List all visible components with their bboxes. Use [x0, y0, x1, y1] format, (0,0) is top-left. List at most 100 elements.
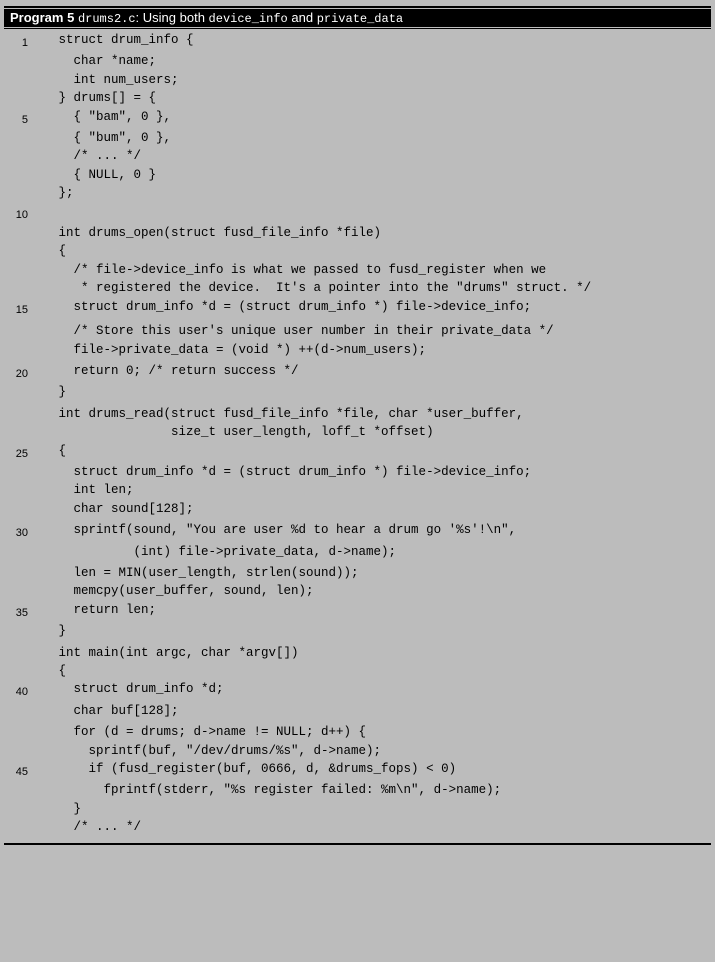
line-number [4, 129, 28, 147]
code-text: /* ... */ [28, 147, 711, 165]
code-text: { "bum", 0 }, [28, 129, 711, 147]
line-number [4, 279, 28, 297]
code-listing-container: Program 5 drums2.c: Using both device_in… [0, 6, 715, 962]
line-number [4, 662, 28, 680]
header-term1: device_info [209, 12, 288, 26]
line-number: 45 [4, 760, 28, 781]
code-text: int drums_read(struct fusd_file_info *fi… [28, 405, 711, 423]
line-number: 5 [4, 108, 28, 129]
code-text [28, 203, 711, 224]
line-number [4, 702, 28, 720]
code-text: * registered the device. It's a pointer … [28, 279, 711, 297]
code-text: (int) file->private_data, d->name); [28, 543, 711, 561]
line-number [4, 818, 28, 836]
code-text: if (fusd_register(buf, 0666, d, &drums_f… [28, 760, 711, 781]
line-number [4, 742, 28, 760]
line-number [4, 184, 28, 202]
line-number [4, 261, 28, 279]
code-text: } [28, 800, 711, 818]
code-line: 35 return len; [4, 601, 711, 622]
code-line: int drums_open(struct fusd_file_info *fi… [4, 224, 711, 242]
code-text: int main(int argc, char *argv[]) [28, 644, 711, 662]
code-text: int drums_open(struct fusd_file_info *fi… [28, 224, 711, 242]
code-text: { [28, 442, 711, 463]
line-number: 30 [4, 521, 28, 542]
code-text: { "bam", 0 }, [28, 108, 711, 129]
code-line: 15 struct drum_info *d = (struct drum_in… [4, 298, 711, 319]
code-line: (int) file->private_data, d->name); [4, 543, 711, 561]
line-number [4, 463, 28, 481]
line-number [4, 564, 28, 582]
line-number [4, 166, 28, 184]
code-text: file->private_data = (void *) ++(d->num_… [28, 341, 711, 359]
code-text: } [28, 383, 711, 401]
code-line: char *name; [4, 52, 711, 70]
code-line: 1 struct drum_info { [4, 31, 711, 52]
code-line: memcpy(user_buffer, sound, len); [4, 582, 711, 600]
header-desc-prefix: : Using both [136, 10, 209, 25]
code-text: struct drum_info *d; [28, 680, 711, 701]
code-text: struct drum_info *d = (struct drum_info … [28, 463, 711, 481]
line-number [4, 781, 28, 799]
code-text: sprintf(sound, "You are user %d to hear … [28, 521, 711, 542]
code-text: char sound[128]; [28, 500, 711, 518]
line-number [4, 481, 28, 499]
code-line: } [4, 622, 711, 640]
code-text: char buf[128]; [28, 702, 711, 720]
line-number [4, 543, 28, 561]
code-line: fprintf(stderr, "%s register failed: %m\… [4, 781, 711, 799]
code-line: /* ... */ [4, 818, 711, 836]
line-number [4, 383, 28, 401]
code-line: 5 { "bam", 0 }, [4, 108, 711, 129]
code-text: { NULL, 0 } [28, 166, 711, 184]
line-number [4, 71, 28, 89]
code-line: { NULL, 0 } [4, 166, 711, 184]
code-line: } [4, 800, 711, 818]
line-number [4, 423, 28, 441]
line-number [4, 224, 28, 242]
line-number: 35 [4, 601, 28, 622]
line-number [4, 800, 28, 818]
code-line: len = MIN(user_length, strlen(sound)); [4, 564, 711, 582]
code-line: /* ... */ [4, 147, 711, 165]
code-text: }; [28, 184, 711, 202]
code-line: int len; [4, 481, 711, 499]
code-text: len = MIN(user_length, strlen(sound)); [28, 564, 711, 582]
line-number [4, 622, 28, 640]
code-line: char sound[128]; [4, 500, 711, 518]
code-text: struct drum_info *d = (struct drum_info … [28, 298, 711, 319]
header-top-rule [4, 6, 711, 8]
line-number [4, 89, 28, 107]
code-line: sprintf(buf, "/dev/drums/%s", d->name); [4, 742, 711, 760]
code-line: /* Store this user's unique user number … [4, 322, 711, 340]
code-line: * registered the device. It's a pointer … [4, 279, 711, 297]
code-text: int len; [28, 481, 711, 499]
line-number [4, 322, 28, 340]
line-number [4, 341, 28, 359]
code-text: } drums[] = { [28, 89, 711, 107]
code-text: /* ... */ [28, 818, 711, 836]
code-line: 25 { [4, 442, 711, 463]
code-line: int main(int argc, char *argv[]) [4, 644, 711, 662]
line-number: 1 [4, 31, 28, 52]
code-line: } [4, 383, 711, 401]
line-number [4, 52, 28, 70]
code-text: size_t user_length, loff_t *offset) [28, 423, 711, 441]
code-line: int num_users; [4, 71, 711, 89]
code-text: char *name; [28, 52, 711, 70]
line-number [4, 723, 28, 741]
line-number [4, 405, 28, 423]
header-desc-mid: and [288, 10, 317, 25]
program-label: Program 5 [10, 10, 74, 25]
code-text: { [28, 242, 711, 260]
code-line: }; [4, 184, 711, 202]
line-number: 25 [4, 442, 28, 463]
code-line: char buf[128]; [4, 702, 711, 720]
line-number: 15 [4, 298, 28, 319]
code-text: sprintf(buf, "/dev/drums/%s", d->name); [28, 742, 711, 760]
code-line: int drums_read(struct fusd_file_info *fi… [4, 405, 711, 423]
header-term2: private_data [317, 12, 403, 26]
code-text: { [28, 662, 711, 680]
code-line: 20 return 0; /* return success */ [4, 362, 711, 383]
code-text: int num_users; [28, 71, 711, 89]
